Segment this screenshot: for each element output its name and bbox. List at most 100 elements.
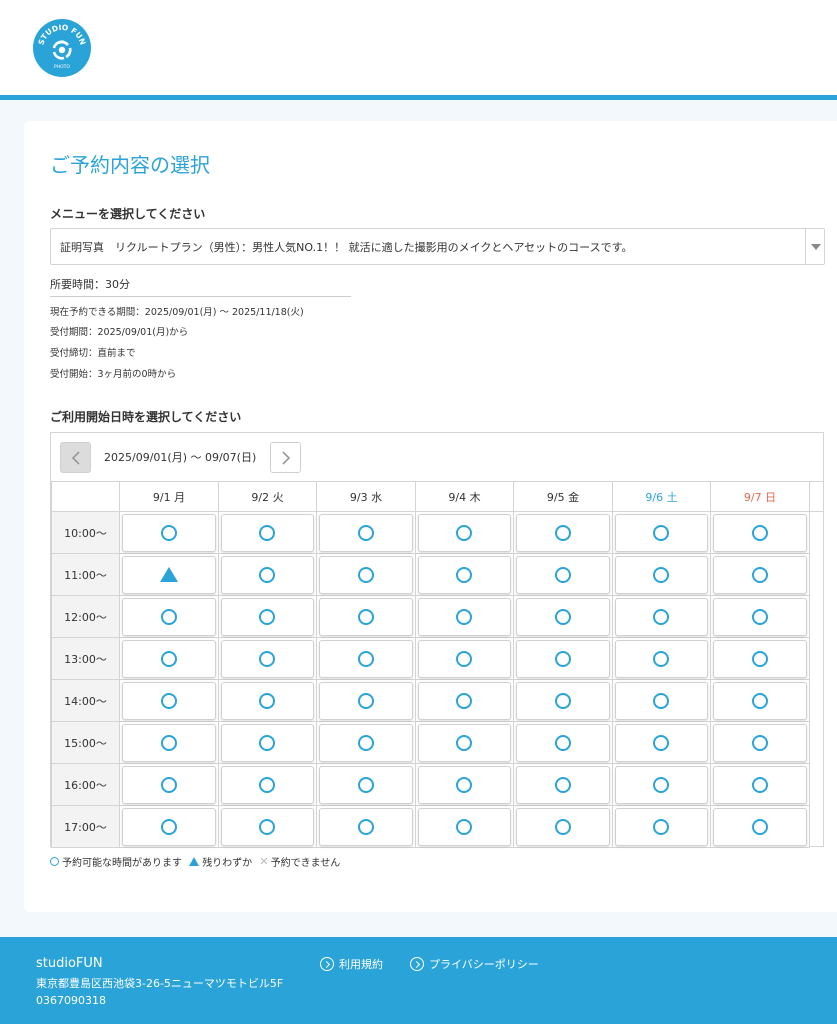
timeslot-button[interactable] [614, 807, 709, 846]
timeslot-button[interactable] [220, 765, 315, 804]
timeslot-button[interactable] [220, 681, 315, 720]
timeslot-button[interactable] [515, 639, 611, 678]
timeslot-row: 16:00〜 [51, 763, 824, 806]
timeslot-button[interactable] [121, 765, 217, 804]
circle-icon [259, 608, 276, 625]
timeslot-button[interactable] [318, 555, 414, 594]
timeslot-button[interactable] [712, 555, 808, 594]
slot-cell [119, 763, 219, 806]
timeslot-button[interactable] [712, 723, 808, 762]
timeslot-button[interactable] [614, 765, 709, 804]
reservation-card: ご予約内容の選択 メニューを選択してください 証明写真 リクルートプラン（男性）… [24, 121, 837, 912]
slot-cell [513, 763, 613, 806]
studio-fun-logo[interactable]: STUDIO FUN PHOTO [33, 19, 91, 77]
timeslot-button[interactable] [318, 765, 414, 804]
timeslot-button[interactable] [712, 681, 808, 720]
timeslot-button[interactable] [614, 555, 709, 594]
circle-icon [751, 692, 768, 709]
circle-icon [357, 818, 374, 835]
slot-cell [415, 511, 514, 554]
timeslot-button[interactable] [614, 639, 709, 678]
timeslot-button[interactable] [515, 681, 611, 720]
timeslot-button[interactable] [417, 765, 512, 804]
footer-tel: 0367090318 [36, 994, 106, 1007]
circle-icon [259, 734, 276, 751]
timeslot-button[interactable] [515, 555, 611, 594]
timeslot-row: 15:00〜 [51, 721, 824, 764]
timeslot-button[interactable] [121, 681, 217, 720]
timeslot-button[interactable] [417, 807, 512, 846]
timeslot-button[interactable] [515, 513, 611, 552]
timeslot-button[interactable] [712, 513, 808, 552]
slot-cell [710, 511, 810, 554]
circle-icon [554, 650, 571, 667]
terms-link[interactable]: 利用規約 [320, 956, 383, 972]
timeslot-button[interactable] [712, 639, 808, 678]
timeslot-button[interactable] [712, 765, 808, 804]
timeslot-button[interactable] [417, 723, 512, 762]
triangle-icon [189, 857, 200, 866]
timeslot-button[interactable] [614, 597, 709, 636]
reception-start: 受付開始：3ヶ月前の0時から [50, 369, 177, 380]
next-week-button[interactable] [270, 442, 301, 473]
slot-cell [415, 637, 514, 680]
timeslot-button[interactable] [220, 807, 315, 846]
slot-cell [218, 721, 317, 764]
timeslot-button[interactable] [614, 681, 709, 720]
timeslot-button[interactable] [417, 555, 512, 594]
menu-section-label: メニューを選択してください [50, 207, 206, 221]
corner-cell [51, 481, 120, 512]
timeslot-button[interactable] [318, 513, 414, 552]
timeslot-row: 17:00〜 [51, 805, 824, 848]
circle-icon [751, 818, 768, 835]
timeslot-button[interactable] [220, 597, 315, 636]
timeslot-button[interactable] [318, 597, 414, 636]
svg-text:PHOTO: PHOTO [54, 64, 70, 70]
timeslot-button[interactable] [121, 807, 217, 846]
timeslot-button[interactable] [614, 723, 709, 762]
timeslot-button[interactable] [121, 723, 217, 762]
timeslot-button[interactable] [515, 597, 611, 636]
prev-week-button[interactable] [60, 442, 91, 473]
timeslot-button[interactable] [220, 513, 315, 552]
timeslot-button[interactable] [417, 681, 512, 720]
logo-graphic: STUDIO FUN PHOTO [37, 23, 88, 70]
menu-select[interactable]: 証明写真 リクルートプラン（男性）：男性人気NO.1！！ 就活に適した撮影用のメ… [50, 228, 825, 265]
timeslot-button[interactable] [318, 639, 414, 678]
circle-icon [554, 566, 571, 583]
timeslot-button[interactable] [318, 807, 414, 846]
timeslot-button[interactable] [515, 723, 611, 762]
timeslot-button[interactable] [712, 807, 808, 846]
timeslot-button[interactable] [121, 513, 217, 552]
slot-cell [513, 511, 613, 554]
circle-icon [357, 608, 374, 625]
site-footer: studioFUN 東京都豊島区西池袋3-26-5ニューマツモトビル5F 036… [0, 937, 837, 1024]
day-header: 9/4 木 [415, 481, 514, 512]
dropdown-arrow-icon[interactable] [805, 229, 824, 264]
timeslot-button[interactable] [515, 807, 611, 846]
timeslot-button[interactable] [515, 765, 611, 804]
scroll-gutter [810, 680, 824, 722]
circle-icon [653, 734, 670, 751]
timeslot-button[interactable] [417, 513, 512, 552]
privacy-link[interactable]: プライバシーポリシー [410, 956, 539, 972]
timeslot-button[interactable] [220, 555, 315, 594]
timeslot-button[interactable] [417, 639, 512, 678]
timeslot-button[interactable] [121, 597, 217, 636]
timeslot-button[interactable] [417, 597, 512, 636]
slot-cell [710, 553, 810, 596]
slot-cell [612, 805, 711, 848]
slot-cell [119, 637, 219, 680]
timeslot-button[interactable] [318, 723, 414, 762]
timeslot-button[interactable] [712, 597, 808, 636]
slot-cell [119, 595, 219, 638]
timeslot-button[interactable] [121, 639, 217, 678]
timeslot-button[interactable] [121, 555, 217, 594]
timeslot-button[interactable] [220, 639, 315, 678]
timeslot-button[interactable] [614, 513, 709, 552]
timeslot-button[interactable] [318, 681, 414, 720]
day-header: 9/2 火 [218, 481, 317, 512]
slot-cell [415, 679, 514, 722]
scroll-gutter [810, 806, 824, 848]
timeslot-button[interactable] [220, 723, 315, 762]
